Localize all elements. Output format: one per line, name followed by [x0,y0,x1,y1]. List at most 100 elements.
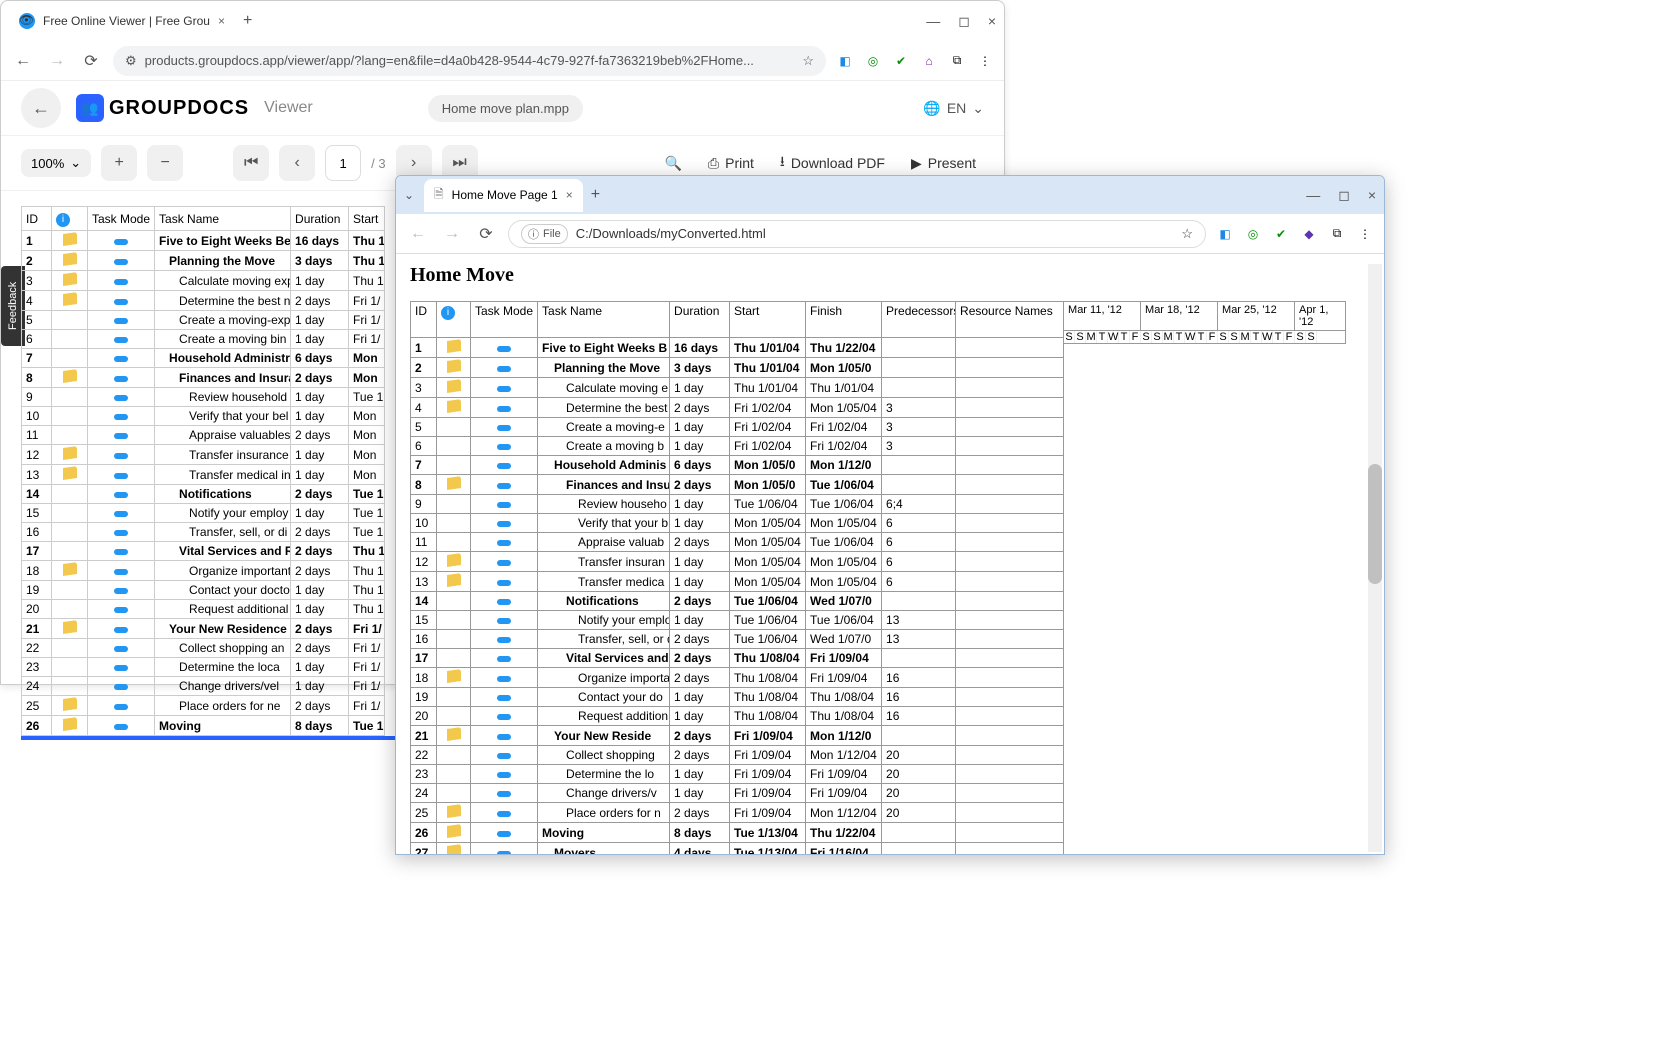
address-bar[interactable]: ⓘFile C:/Downloads/myConverted.html ☆ [508,220,1206,248]
cell: Tue 1/06/04 [806,611,882,630]
brand-sub: Viewer [264,99,313,117]
cell [52,465,88,485]
cell: 4 days [670,843,730,855]
cell: Fri 1/02/04 [730,437,806,456]
scrollbar[interactable] [1368,264,1382,852]
task-mode-icon [114,492,128,498]
cell: 5 [22,311,52,330]
cell: 1 day [291,445,349,465]
print-button[interactable]: ⎙Print [700,155,762,172]
cell: 1 day [291,658,349,677]
forward-button[interactable]: → [440,225,464,243]
cell [882,726,956,746]
maximize-icon[interactable]: ◻ [1338,187,1350,204]
search-button[interactable]: 🔍 [656,155,689,172]
task-mode-icon [497,463,511,469]
maximize-icon[interactable]: ◻ [958,13,970,30]
forward-button[interactable]: → [45,52,69,70]
cell [471,495,538,514]
extension-icon[interactable]: ◎ [1244,225,1262,243]
scrollbar-thumb[interactable] [1368,464,1382,584]
play-icon: ▶ [911,155,922,172]
extension-icon[interactable]: ◧ [1216,225,1234,243]
cell [437,726,471,746]
gantt-day: T [1097,331,1108,343]
close-icon[interactable]: × [218,14,225,28]
page-body[interactable]: Home Move IDiTask ModeTask NameDurationS… [396,254,1384,854]
cell: 2 days [670,746,730,765]
cell [956,592,1064,611]
extension-icon[interactable]: ✔ [1272,225,1290,243]
reload-button[interactable]: ⟳ [474,224,498,244]
browser-tab[interactable]: 👁 Free Online Viewer | Free Grou × [9,7,235,35]
extension-icon[interactable]: ◎ [864,52,882,70]
column-header: Predecessors [882,302,956,338]
bookmark-star-icon[interactable]: ☆ [1181,226,1193,242]
extension-icon[interactable]: ✔ [892,52,910,70]
cell [88,465,155,485]
cell [52,291,88,311]
cell: Determine the best [538,398,670,418]
address-bar[interactable]: ⚙ products.groupdocs.app/viewer/app/?lan… [113,46,826,76]
back-button[interactable]: ← [406,225,430,243]
cell: Mon [349,349,385,368]
reload-button[interactable]: ⟳ [79,51,103,71]
present-button[interactable]: ▶Present [903,155,984,172]
note-icon [447,804,461,818]
extension-icon[interactable]: ⌂ [920,52,938,70]
zoom-select[interactable]: 100% ⌄ [21,149,91,177]
close-window-icon[interactable]: × [1368,187,1376,204]
cell [437,552,471,572]
first-page-button[interactable]: ⏮ [233,145,269,181]
cell [437,592,471,611]
info-icon: i [437,302,471,338]
download-pdf-button[interactable]: ⭳Download PDF [772,151,893,175]
cell [471,378,538,398]
cell [471,592,538,611]
cell [471,746,538,765]
extensions-menu-icon[interactable]: ⧉ [1328,225,1346,243]
cell [956,784,1064,803]
cell: Thu 1 [349,600,385,619]
extensions-menu-icon[interactable]: ⧉ [948,52,966,70]
cell: Tue 1/06/04 [730,495,806,514]
browser-menu-icon[interactable]: ⋮ [976,52,994,70]
cell: Change drivers/vel [155,677,291,696]
cell [437,843,471,855]
column-header: Duration [670,302,730,338]
minimize-icon[interactable]: — [1306,187,1320,204]
site-info-icon[interactable]: ⚙ [125,53,137,69]
bookmark-star-icon[interactable]: ☆ [802,53,814,69]
new-tab-button[interactable]: + [243,12,252,30]
task-mode-icon [114,433,128,439]
cell: 16 days [670,338,730,358]
column-header: Task Name [538,302,670,338]
close-window-icon[interactable]: × [988,13,996,30]
extension-icon[interactable]: ◆ [1300,225,1318,243]
browser-tab[interactable]: 🗎 Home Move Page 1 × [424,179,583,212]
browser-menu-icon[interactable]: ⋮ [1356,225,1374,243]
zoom-out-button[interactable]: − [147,145,183,181]
app-back-button[interactable]: ← [21,88,61,128]
close-icon[interactable]: × [566,188,573,202]
language-selector[interactable]: 🌐 EN ⌄ [923,100,984,117]
cell: 23 [22,658,52,677]
task-mode-icon [497,599,511,605]
tab-search-button[interactable]: ⌄ [404,188,424,202]
cell [52,485,88,504]
task-mode-icon [114,704,128,710]
note-icon [63,369,77,383]
cell: 26 [22,716,52,736]
cell [956,823,1064,843]
page-input[interactable] [325,145,361,181]
task-mode-icon [497,560,511,566]
back-button[interactable]: ← [11,52,35,70]
cell [88,581,155,600]
extension-icon[interactable]: ◧ [836,52,854,70]
zoom-in-button[interactable]: + [101,145,137,181]
prev-page-button[interactable]: ‹ [279,145,315,181]
column-header: Task Name [155,207,291,231]
task-mode-icon [114,549,128,555]
minimize-icon[interactable]: — [926,13,940,30]
new-tab-button[interactable]: + [591,186,600,204]
